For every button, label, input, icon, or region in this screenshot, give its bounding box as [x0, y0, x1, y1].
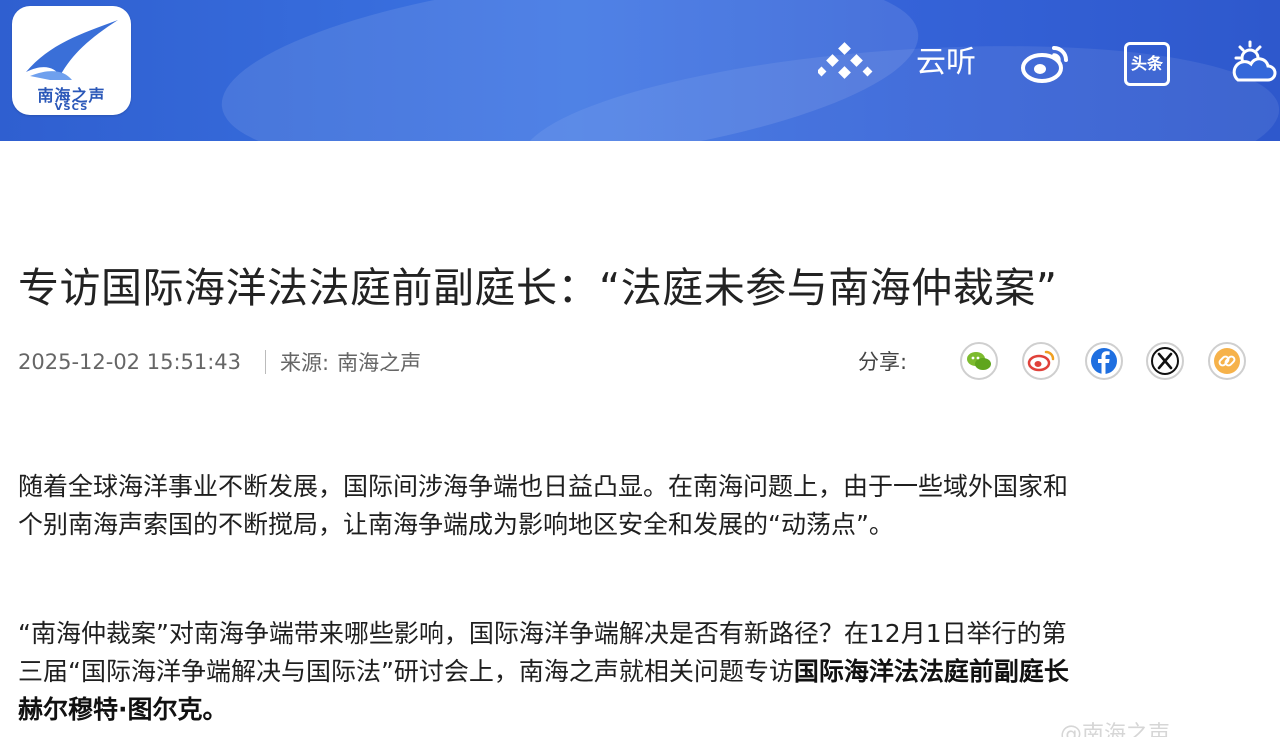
paragraph-line: 个别南海声索国的不断搅局，让南海争端成为影响地区安全和发展的“动荡点”。 — [18, 510, 894, 539]
weibo-share-icon[interactable] — [1022, 342, 1060, 380]
article-meta: 2025-12-02 15:51:43 来源: 南海之声 — [18, 346, 421, 378]
yunting-icon[interactable]: 云听 — [916, 40, 978, 86]
yunting-label: 云听 — [916, 45, 976, 80]
site-header: 南海之声 VSCS 云听 头条 — [0, 0, 1280, 141]
watermark: @南海之声 — [1060, 722, 1171, 737]
toutiao-label: 头条 — [1130, 54, 1163, 73]
weibo-icon[interactable] — [1020, 40, 1072, 86]
meta-divider — [265, 350, 267, 374]
page: 南海之声 VSCS 云听 头条 专访国际海洋法法庭前副庭长：“法庭未参与南海仲裁… — [0, 0, 1280, 737]
article-paragraph: “南海仲裁案”对南海争端带来哪些影响，国际海洋争端解决是否有新路径？在12月1日… — [18, 615, 1258, 729]
paragraph-text: 三届“国际海洋争端解决与国际法”研讨会上，南海之声就相关问题专访 — [18, 657, 794, 686]
source-name[interactable]: 南海之声 — [337, 347, 421, 377]
share-label: 分享: — [858, 350, 908, 374]
article-paragraph: 随着全球海洋事业不断发展，国际间涉海争端也日益凸显。在南海问题上，由于一些域外国… — [18, 468, 1258, 544]
dots-icon[interactable] — [818, 40, 876, 86]
logo-subtitle: VSCS — [54, 102, 89, 113]
x-icon[interactable] — [1146, 342, 1184, 380]
publish-date: 2025-12-02 15:51:43 — [18, 350, 242, 374]
article-title: 专访国际海洋法法庭前副庭长：“法庭未参与南海仲裁案” — [18, 264, 1058, 312]
link-icon[interactable] — [1208, 342, 1246, 380]
logo-bird-icon — [26, 20, 118, 80]
weather-icon[interactable] — [1228, 40, 1278, 86]
source-label: 来源: — [280, 351, 330, 375]
toutiao-icon[interactable]: 头条 — [1124, 42, 1170, 86]
facebook-icon[interactable] — [1085, 342, 1123, 380]
interviewee-name: 赫尔穆特·图尔克。 — [18, 695, 228, 724]
wechat-icon[interactable] — [960, 342, 998, 380]
site-logo[interactable]: 南海之声 VSCS — [12, 6, 131, 115]
paragraph-line: 随着全球海洋事业不断发展，国际间涉海争端也日益凸显。在南海问题上，由于一些域外国… — [18, 472, 1069, 501]
paragraph-line: 三届“国际海洋争端解决与国际法”研讨会上，南海之声就相关问题专访国际海洋法法庭前… — [18, 653, 1258, 691]
interviewee-title: 国际海洋法法庭前副庭长 — [793, 657, 1069, 686]
paragraph-line: “南海仲裁案”对南海争端带来哪些影响，国际海洋争端解决是否有新路径？在12月1日… — [18, 619, 1067, 648]
